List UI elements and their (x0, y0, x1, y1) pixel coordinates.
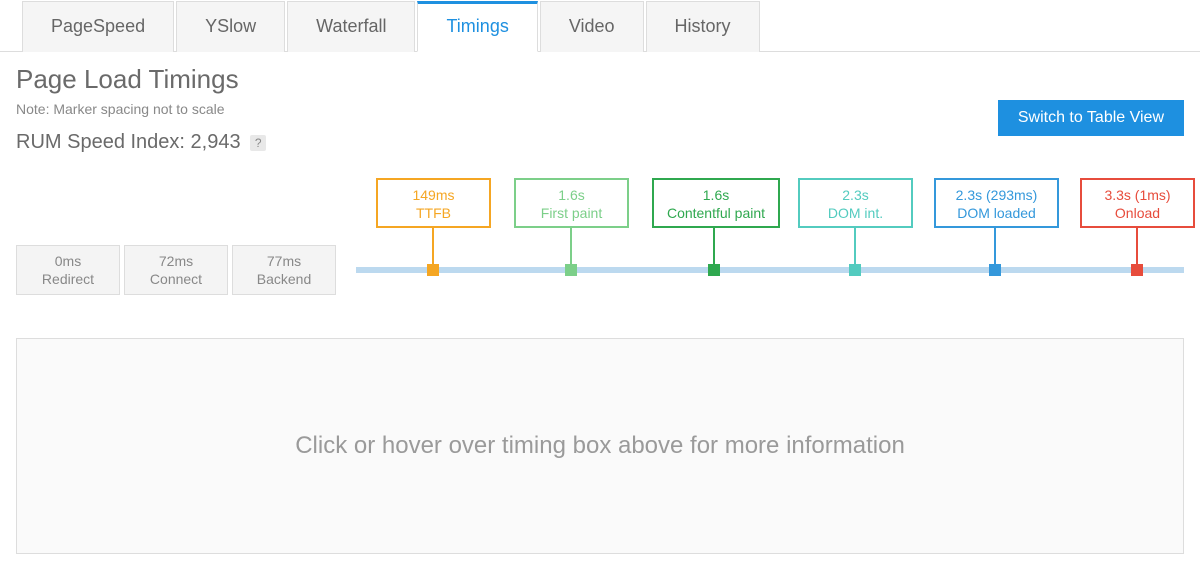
page-title: Page Load Timings (16, 64, 1184, 95)
tab-pagespeed[interactable]: PageSpeed (22, 1, 174, 52)
tab-waterfall[interactable]: Waterfall (287, 1, 415, 52)
timing-onload[interactable]: 3.3s (1ms)Onload (1080, 178, 1195, 228)
tab-timings[interactable]: Timings (417, 1, 537, 52)
timing-connector (713, 228, 715, 264)
timing-connector (570, 228, 572, 264)
timing-marker (1131, 264, 1143, 276)
timing-dom-loaded[interactable]: 2.3s (293ms)DOM loaded (934, 178, 1059, 228)
pre-timing-backend[interactable]: 77msBackend (232, 245, 336, 295)
tabs-bar: PageSpeedYSlowWaterfallTimingsVideoHisto… (0, 0, 1200, 52)
info-box-text: Click or hover over timing box above for… (295, 432, 905, 460)
timing-marker (565, 264, 577, 276)
timing-connector (1136, 228, 1138, 264)
timing-ttfb[interactable]: 149msTTFB (376, 178, 491, 228)
pre-timing-boxes: 0msRedirect72msConnect77msBackend (16, 245, 336, 295)
timing-marker (989, 264, 1001, 276)
rum-value: 2,943 (191, 131, 241, 153)
timing-marker (708, 264, 720, 276)
pre-timing-redirect[interactable]: 0msRedirect (16, 245, 120, 295)
timing-marker (427, 264, 439, 276)
timeline-bar (356, 267, 1184, 273)
rum-label: RUM Speed Index: (16, 131, 185, 153)
timing-dom-int-[interactable]: 2.3sDOM int. (798, 178, 913, 228)
timing-contentful-paint[interactable]: 1.6sContentful paint (652, 178, 780, 228)
info-box: Click or hover over timing box above for… (16, 338, 1184, 554)
timing-connector (994, 228, 996, 264)
timing-connector (854, 228, 856, 264)
help-icon[interactable]: ? (250, 135, 266, 151)
switch-to-table-button[interactable]: Switch to Table View (998, 100, 1184, 136)
timing-connector (432, 228, 434, 264)
pre-timing-connect[interactable]: 72msConnect (124, 245, 228, 295)
tab-yslow[interactable]: YSlow (176, 1, 285, 52)
timing-marker (849, 264, 861, 276)
timing-first-paint[interactable]: 1.6sFirst paint (514, 178, 629, 228)
timeline: 0msRedirect72msConnect77msBackend 149msT… (16, 178, 1184, 308)
tab-history[interactable]: History (646, 1, 760, 52)
tab-video[interactable]: Video (540, 1, 644, 52)
